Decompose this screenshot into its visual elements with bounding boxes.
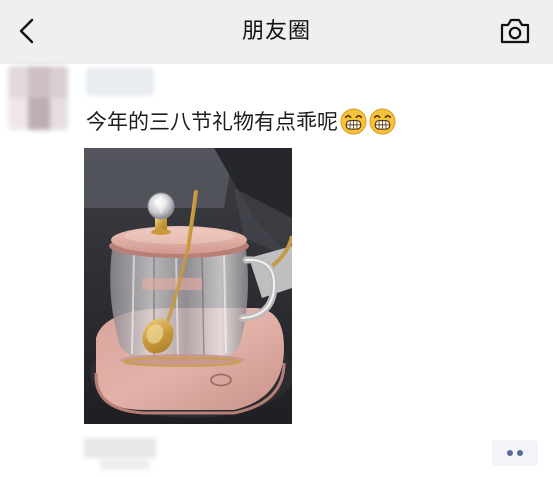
more-options-button[interactable] bbox=[492, 440, 538, 466]
post-timestamp bbox=[84, 438, 156, 458]
grin-emoji-icon bbox=[340, 107, 367, 135]
post-photo[interactable] bbox=[84, 148, 292, 424]
grin-emoji-icon bbox=[369, 107, 396, 135]
camera-icon bbox=[500, 18, 530, 44]
username[interactable] bbox=[86, 68, 154, 96]
glass-cup-photo bbox=[84, 148, 292, 424]
navigation-bar: 朋友圈 bbox=[0, 0, 553, 64]
more-dot-icon bbox=[517, 450, 523, 456]
post-text: 今年的三八节礼物有点乖呢 bbox=[86, 103, 396, 139]
more-dot-icon bbox=[507, 450, 513, 456]
post-meta bbox=[100, 458, 150, 470]
post-text-content: 今年的三八节礼物有点乖呢 bbox=[86, 110, 338, 134]
camera-button[interactable] bbox=[499, 16, 531, 46]
avatar[interactable] bbox=[8, 66, 68, 130]
page-title: 朋友圈 bbox=[241, 19, 311, 44]
